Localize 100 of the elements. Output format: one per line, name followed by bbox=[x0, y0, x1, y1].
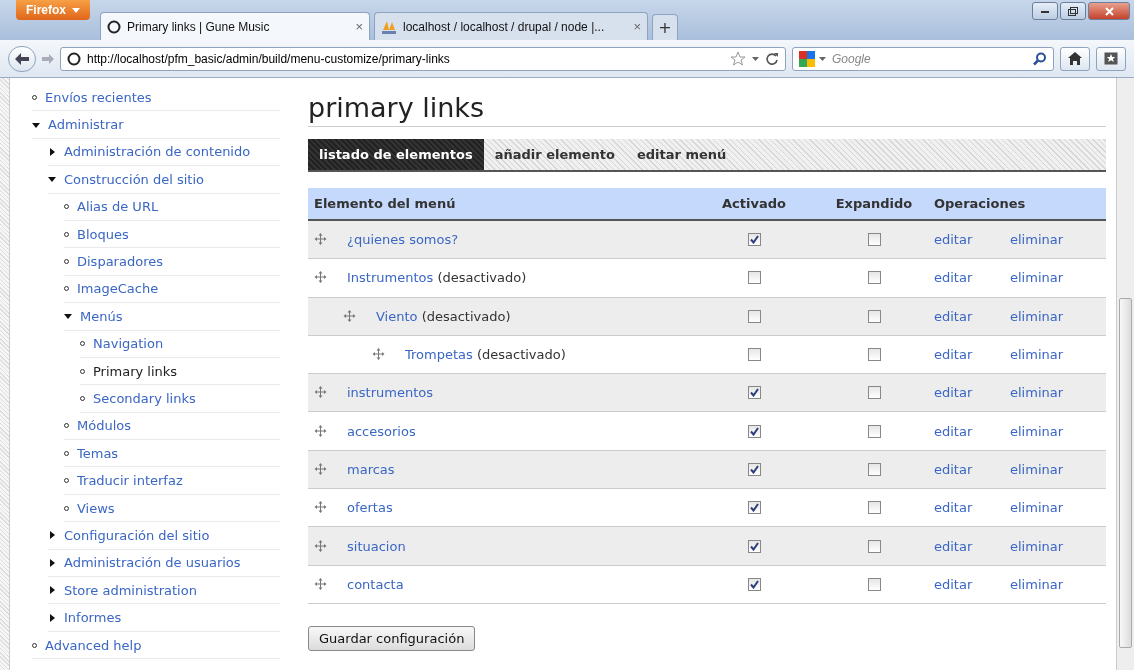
address-field[interactable]: http://localhost/pfm_basic/admin/build/menu-customize/primary-links bbox=[60, 46, 786, 71]
close-tab-button[interactable]: × bbox=[633, 19, 641, 34]
drag-handle-icon[interactable] bbox=[314, 577, 327, 591]
sidebar-link[interactable]: Configuración del sitio bbox=[64, 527, 210, 543]
menu-item-link[interactable]: instrumentos bbox=[347, 385, 434, 401]
browser-tab[interactable]: Primary links | Gune Music × bbox=[100, 12, 370, 40]
caret-right-icon[interactable] bbox=[48, 558, 56, 567]
home-button[interactable] bbox=[1060, 46, 1090, 71]
drag-handle-icon[interactable] bbox=[314, 271, 327, 285]
sidebar-link[interactable]: Primary links bbox=[93, 363, 178, 379]
menu-item-link[interactable]: ¿quienes somos? bbox=[347, 232, 459, 248]
checkbox[interactable] bbox=[867, 309, 881, 323]
checkbox[interactable] bbox=[867, 577, 881, 591]
checkbox[interactable] bbox=[867, 501, 881, 515]
restore-button[interactable] bbox=[1060, 2, 1086, 20]
sidebar-link[interactable]: ImageCache bbox=[77, 281, 159, 297]
menu-item-link[interactable]: ofertas bbox=[347, 500, 393, 516]
sidebar-link[interactable]: Administración de usuarios bbox=[64, 555, 241, 571]
tab[interactable]: listado de elementos bbox=[308, 139, 484, 170]
sidebar-link[interactable]: Menús bbox=[80, 308, 123, 324]
caret-down-icon[interactable] bbox=[32, 120, 40, 129]
dropdown-icon[interactable] bbox=[752, 56, 759, 61]
sidebar-link[interactable]: Módulos bbox=[77, 418, 131, 434]
delete-link[interactable]: eliminar bbox=[1010, 461, 1106, 477]
checkbox[interactable] bbox=[747, 577, 761, 591]
close-window-button[interactable] bbox=[1088, 2, 1130, 20]
sidebar-link[interactable]: Administrar bbox=[48, 117, 124, 133]
delete-link[interactable]: eliminar bbox=[1010, 500, 1106, 516]
caret-right-icon[interactable] bbox=[48, 531, 56, 540]
sidebar-link[interactable]: Temas bbox=[77, 445, 119, 461]
menu-item-link[interactable]: Viento bbox=[376, 308, 418, 324]
star-icon[interactable] bbox=[730, 51, 746, 66]
search-icon[interactable] bbox=[1033, 51, 1047, 66]
sidebar-link[interactable]: Alias de URL bbox=[77, 199, 159, 215]
delete-link[interactable]: eliminar bbox=[1010, 232, 1106, 248]
sidebar-link[interactable]: Secondary links bbox=[93, 391, 196, 406]
edit-link[interactable]: editar bbox=[934, 461, 1010, 477]
sidebar-link[interactable]: Traducir interfaz bbox=[77, 473, 183, 489]
checkbox[interactable] bbox=[867, 271, 881, 285]
checkbox[interactable] bbox=[747, 501, 761, 515]
checkbox[interactable] bbox=[867, 424, 881, 438]
new-tab-button[interactable]: + bbox=[652, 14, 678, 40]
caret-right-icon[interactable] bbox=[48, 613, 56, 622]
checkbox[interactable] bbox=[867, 462, 881, 476]
checkbox[interactable] bbox=[867, 348, 881, 362]
sidebar-link[interactable]: Navigation bbox=[93, 336, 164, 352]
edit-link[interactable]: editar bbox=[934, 347, 1010, 363]
drag-handle-icon[interactable] bbox=[314, 462, 327, 476]
menu-item-link[interactable]: accesorios bbox=[347, 423, 416, 439]
tab[interactable]: añadir elemento bbox=[483, 139, 626, 170]
drag-handle-icon[interactable] bbox=[314, 233, 327, 247]
minimize-button[interactable] bbox=[1032, 2, 1058, 20]
delete-link[interactable]: eliminar bbox=[1010, 538, 1106, 554]
sidebar-link[interactable]: Informes bbox=[64, 610, 122, 626]
browser-tab[interactable]: localhost / localhost / drupal / node |... × bbox=[374, 12, 648, 40]
edit-link[interactable]: editar bbox=[934, 538, 1010, 554]
delete-link[interactable]: eliminar bbox=[1010, 385, 1106, 401]
delete-link[interactable]: eliminar bbox=[1010, 270, 1106, 286]
edit-link[interactable]: editar bbox=[934, 270, 1010, 286]
checkbox[interactable] bbox=[867, 233, 881, 247]
sidebar-link[interactable]: Views bbox=[77, 500, 115, 516]
edit-link[interactable]: editar bbox=[934, 576, 1010, 592]
drag-handle-icon[interactable] bbox=[314, 539, 327, 553]
drag-handle-icon[interactable] bbox=[343, 309, 356, 323]
menu-item-link[interactable]: situacion bbox=[347, 538, 406, 554]
search-field[interactable]: Google bbox=[792, 46, 1054, 71]
caret-right-icon[interactable] bbox=[48, 147, 56, 156]
tab[interactable]: editar menú bbox=[626, 139, 738, 170]
drag-handle-icon[interactable] bbox=[314, 501, 327, 515]
menu-item-link[interactable]: contacta bbox=[347, 576, 404, 592]
bookmarks-button[interactable] bbox=[1096, 46, 1126, 71]
scrollbar-thumb[interactable] bbox=[1119, 298, 1132, 648]
checkbox[interactable] bbox=[747, 539, 761, 553]
delete-link[interactable]: eliminar bbox=[1010, 423, 1106, 439]
sidebar-link[interactable]: Bloques bbox=[77, 226, 129, 242]
caret-down-icon[interactable] bbox=[48, 175, 56, 184]
checkbox[interactable] bbox=[747, 424, 761, 438]
sidebar-link[interactable]: Disparadores bbox=[77, 254, 163, 270]
checkbox[interactable] bbox=[747, 386, 761, 400]
checkbox[interactable] bbox=[867, 539, 881, 553]
edit-link[interactable]: editar bbox=[934, 500, 1010, 516]
menu-item-link[interactable]: marcas bbox=[347, 461, 395, 477]
delete-link[interactable]: eliminar bbox=[1010, 347, 1106, 363]
delete-link[interactable]: eliminar bbox=[1010, 576, 1106, 592]
save-button[interactable]: Guardar configuración bbox=[308, 625, 476, 651]
checkbox[interactable] bbox=[747, 309, 761, 323]
edit-link[interactable]: editar bbox=[934, 385, 1010, 401]
drag-handle-icon[interactable] bbox=[314, 424, 327, 438]
sidebar-link[interactable]: Construcción del sitio bbox=[64, 171, 204, 187]
back-button[interactable] bbox=[8, 45, 36, 72]
menu-item-link[interactable]: Trompetas bbox=[405, 347, 473, 363]
reload-icon[interactable] bbox=[765, 51, 779, 66]
delete-link[interactable]: eliminar bbox=[1010, 308, 1106, 324]
sidebar-link[interactable]: Administración de contenido bbox=[64, 144, 251, 160]
sidebar-link[interactable]: Advanced help bbox=[45, 637, 142, 653]
close-tab-button[interactable]: × bbox=[355, 19, 363, 34]
checkbox[interactable] bbox=[867, 386, 881, 400]
sidebar-link[interactable]: Store administration bbox=[64, 582, 197, 598]
drag-handle-icon[interactable] bbox=[372, 348, 385, 362]
checkbox[interactable] bbox=[747, 271, 761, 285]
